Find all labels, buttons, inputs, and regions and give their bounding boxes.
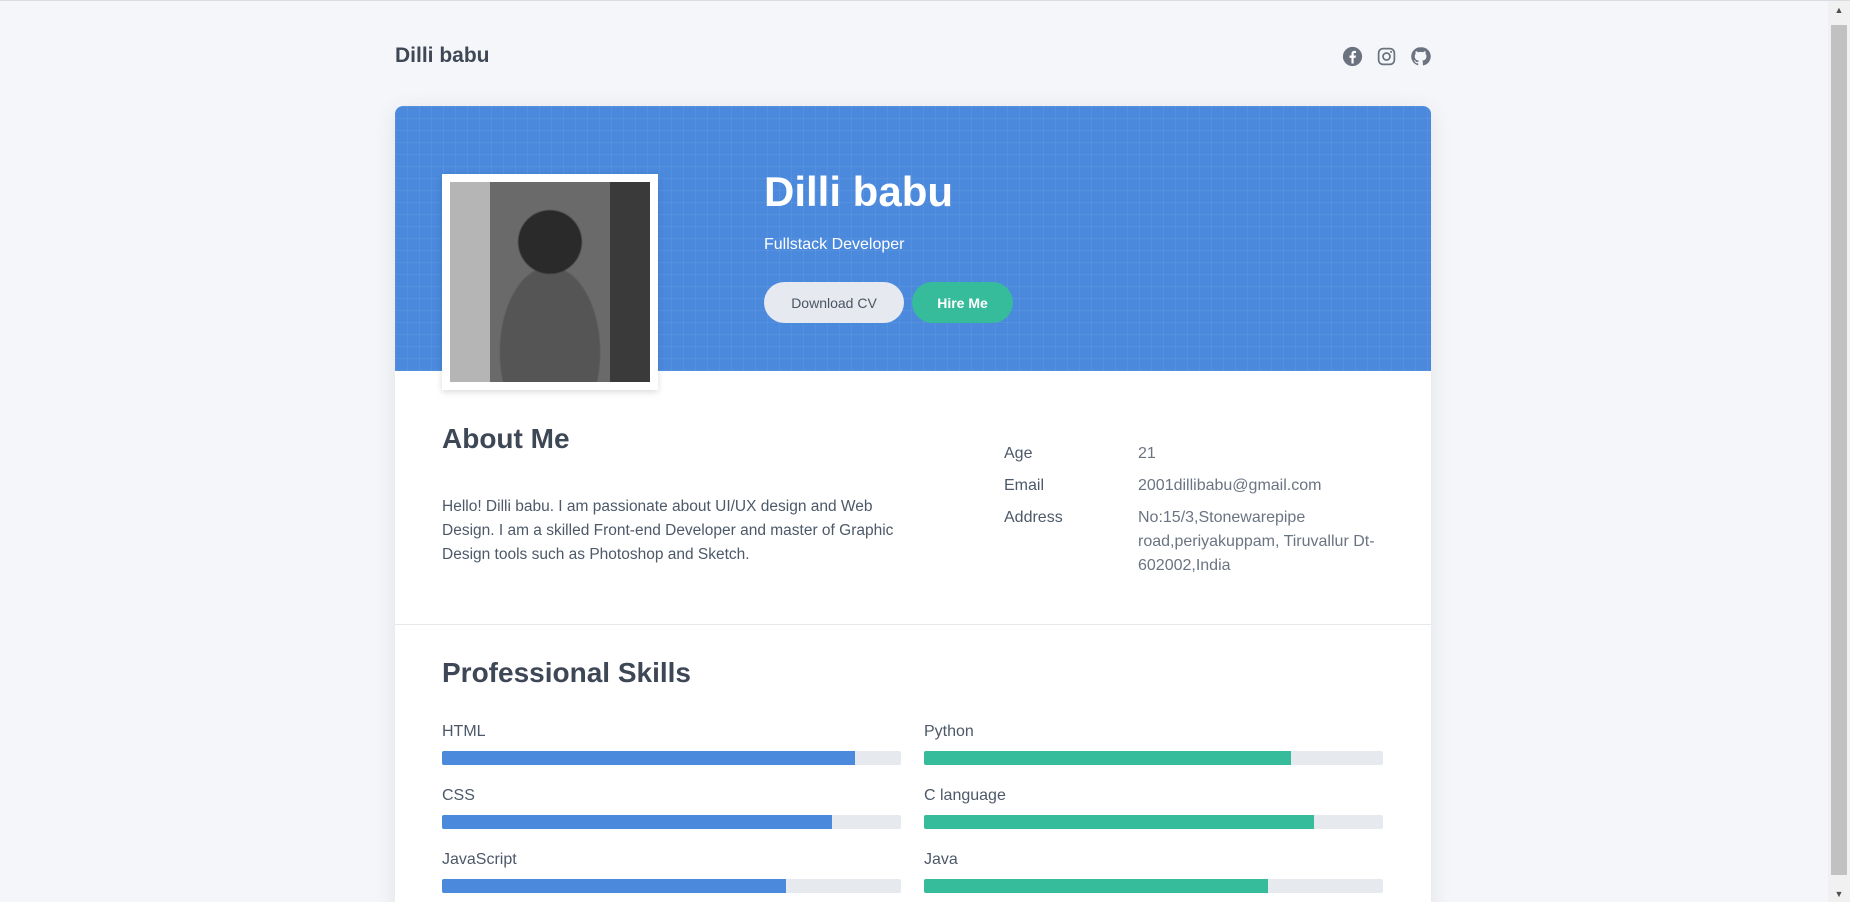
skill-item: Java: [924, 849, 1383, 902]
skill-bar-fill: [924, 751, 1292, 765]
skill-item: HTML: [442, 721, 901, 785]
personal-info: Age 21 Email 2001dillibabu@gmail.com Add…: [1004, 442, 1384, 586]
skill-label: JavaScript: [442, 851, 517, 868]
profile-photo-frame: [442, 174, 658, 390]
skills-heading: Professional Skills: [442, 657, 691, 688]
vertical-scrollbar[interactable]: ▲ ▼: [1828, 1, 1850, 902]
info-key: Email: [1004, 477, 1045, 494]
skill-label: HTML: [442, 723, 486, 740]
skill-bar-fill: [442, 751, 856, 765]
scroll-down-icon[interactable]: ▼: [1828, 885, 1850, 902]
skill-item: JavaScript: [442, 849, 901, 902]
hero-actions: Download CV Hire Me: [764, 282, 1013, 323]
skill-label: Java: [924, 851, 958, 868]
download-cv-button[interactable]: Download CV: [764, 282, 904, 323]
skill-bar-fill: [924, 879, 1269, 893]
hire-me-button[interactable]: Hire Me: [912, 282, 1013, 323]
scroll-up-icon[interactable]: ▲: [1828, 1, 1850, 19]
scrollbar-thumb[interactable]: [1831, 25, 1847, 875]
skill-bar-fill: [442, 879, 787, 893]
skill-bar: [442, 815, 901, 829]
facebook-icon[interactable]: [1342, 46, 1363, 67]
info-key: Age: [1004, 445, 1033, 462]
info-value: No:15/3,Stonewarepipe road,periyakuppam,…: [1138, 509, 1375, 574]
skill-bar: [924, 879, 1383, 893]
github-icon[interactable]: [1410, 46, 1431, 67]
info-value: 21: [1138, 445, 1156, 462]
info-row-address: Address No:15/3,Stonewarepipe road,periy…: [1004, 506, 1384, 578]
instagram-icon[interactable]: [1376, 46, 1397, 67]
profile-photo: [450, 182, 650, 382]
skill-bar: [442, 879, 901, 893]
skill-item: C language: [924, 785, 1383, 849]
about-section: About Me Hello! Dilli babu. I am passion…: [395, 371, 1431, 625]
skills-column-left: HTML CSS JavaScript: [442, 721, 901, 902]
skill-label: Python: [924, 723, 974, 740]
info-value: 2001dillibabu@gmail.com: [1138, 477, 1322, 494]
skill-bar-fill: [924, 815, 1315, 829]
skill-bar: [442, 751, 901, 765]
top-navbar: Dilli babu: [395, 41, 1431, 71]
skills-section: Professional Skills HTML CSS JavaScript …: [395, 625, 1431, 902]
skill-label: C language: [924, 787, 1006, 804]
about-text: Hello! Dilli babu. I am passionate about…: [442, 498, 894, 563]
hero-job-title: Fullstack Developer: [764, 236, 905, 253]
resume-card: Dilli babu Fullstack Developer Download …: [395, 106, 1431, 902]
skill-label: CSS: [442, 787, 475, 804]
hero-section: Dilli babu Fullstack Developer Download …: [395, 106, 1431, 390]
brand-name[interactable]: Dilli babu: [395, 44, 490, 68]
skills-column-right: Python C language Java: [924, 721, 1383, 902]
info-key: Address: [1004, 509, 1063, 526]
skill-bar: [924, 815, 1383, 829]
skill-item: CSS: [442, 785, 901, 849]
hero-name: Dilli babu: [764, 168, 953, 215]
skill-bar-fill: [442, 815, 833, 829]
social-links: [1342, 46, 1431, 67]
info-row-email: Email 2001dillibabu@gmail.com: [1004, 474, 1384, 498]
skill-item: Python: [924, 721, 1383, 785]
about-heading: About Me: [442, 423, 570, 454]
skill-bar: [924, 751, 1383, 765]
info-row-age: Age 21: [1004, 442, 1384, 466]
